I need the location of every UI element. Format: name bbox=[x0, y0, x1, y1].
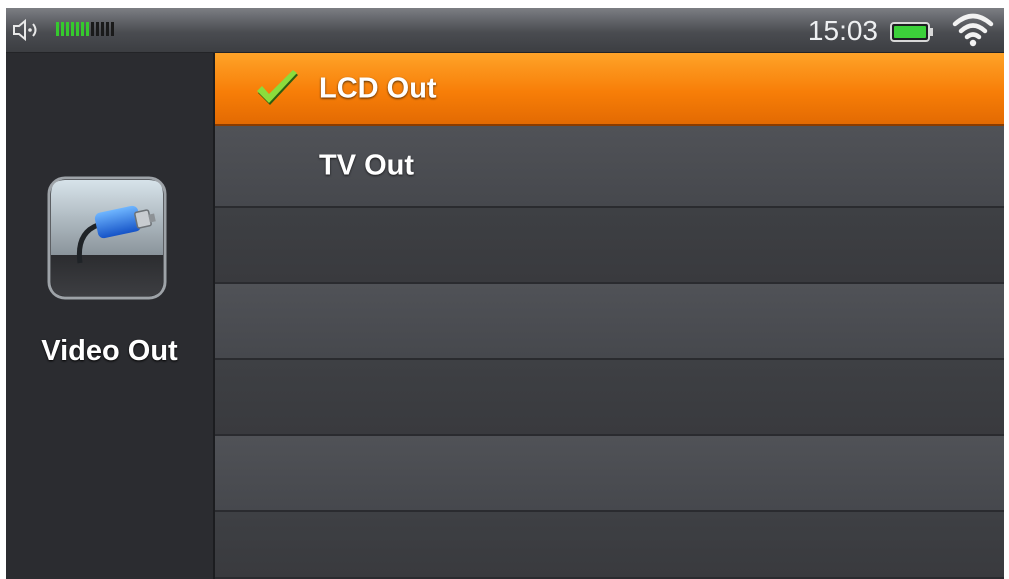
volume-segment bbox=[91, 22, 94, 36]
category-title: Video Out bbox=[41, 335, 178, 367]
volume-segment bbox=[71, 22, 74, 36]
volume-segment bbox=[106, 22, 109, 36]
menu-item-empty bbox=[215, 208, 1004, 284]
volume-segment bbox=[86, 22, 89, 36]
volume-segment bbox=[61, 22, 64, 36]
device-screen: 15:03 Video Out LCD Out TV Out bbox=[6, 8, 1004, 579]
volume-segment bbox=[101, 22, 104, 36]
menu-item-empty bbox=[215, 512, 1004, 579]
checkmark-icon bbox=[257, 70, 298, 105]
video-output-menu: LCD Out TV Out bbox=[215, 53, 1004, 579]
menu-item-tv-out[interactable]: TV Out bbox=[215, 126, 1004, 208]
category-panel: Video Out bbox=[6, 53, 215, 579]
speaker-icon[interactable] bbox=[12, 18, 42, 42]
volume-segment bbox=[56, 22, 59, 36]
video-cable-icon bbox=[47, 176, 167, 300]
menu-item-empty bbox=[215, 284, 1004, 360]
menu-item-empty bbox=[215, 436, 1004, 512]
menu-item-lcd-out[interactable]: LCD Out bbox=[215, 53, 1004, 126]
wifi-icon bbox=[952, 13, 994, 47]
battery-icon bbox=[890, 22, 933, 42]
clock: 15:03 bbox=[807, 15, 878, 46]
volume-segment bbox=[96, 22, 99, 36]
volume-segment bbox=[66, 22, 69, 36]
menu-item-label: TV Out bbox=[319, 149, 415, 182]
volume-level-indicator[interactable] bbox=[56, 22, 114, 36]
menu-item-label: LCD Out bbox=[319, 72, 437, 104]
status-bar: 15:03 bbox=[6, 8, 1004, 53]
volume-segment bbox=[111, 22, 114, 36]
volume-segment bbox=[81, 22, 84, 36]
volume-segment bbox=[76, 22, 79, 36]
menu-item-empty bbox=[215, 360, 1004, 436]
